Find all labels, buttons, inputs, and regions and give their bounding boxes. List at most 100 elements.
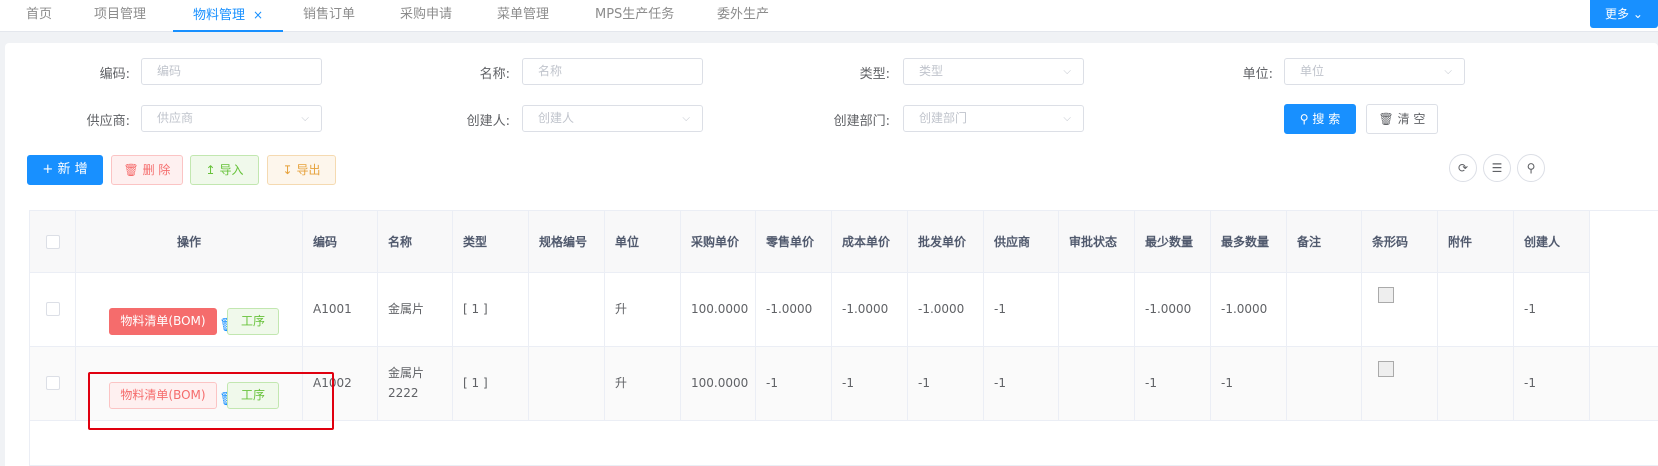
- name-input[interactable]: 名称: [522, 58, 703, 85]
- chevron-down-icon: ⌵: [301, 113, 309, 124]
- search-toggle-icon[interactable]: ⚲: [1517, 154, 1545, 182]
- chevron-down-icon: ⌵: [682, 113, 690, 124]
- refresh-icon[interactable]: ⟳: [1449, 154, 1477, 182]
- column-header: 类型: [453, 211, 529, 273]
- tab-home[interactable]: 首页: [26, 0, 52, 32]
- search-icon: ⚲: [1299, 112, 1309, 126]
- type-select-placeholder: 类型: [919, 64, 944, 78]
- tab-project[interactable]: 项目管理: [94, 0, 146, 32]
- unit-select-placeholder: 单位: [1300, 64, 1325, 78]
- export-button-label: 导出: [296, 163, 321, 177]
- column-header: 单位: [605, 211, 681, 273]
- supplier-select-placeholder: 供应商: [157, 111, 194, 125]
- cell-code: A1001: [303, 273, 378, 346]
- type-select[interactable]: 类型 ⌵: [903, 58, 1084, 85]
- row-checkbox[interactable]: [46, 302, 60, 316]
- search-button[interactable]: ⚲ 搜 索: [1284, 104, 1356, 134]
- column-header: 附件: [1438, 211, 1514, 273]
- cell-unit: 升: [605, 347, 681, 420]
- column-header: 条形码: [1362, 211, 1438, 273]
- add-button[interactable]: + 新 增: [27, 155, 103, 185]
- cell-max-qty: -1: [1211, 347, 1287, 420]
- cell-attachment: [1438, 273, 1514, 346]
- columns-settings-icon[interactable]: ☰: [1483, 154, 1511, 182]
- row-checkbox-cell: [30, 273, 76, 346]
- plus-icon: +: [42, 162, 54, 177]
- cell-name: 金属片: [378, 273, 453, 346]
- creator-select[interactable]: 创建人 ⌵: [522, 105, 703, 132]
- unit-label: 单位:: [1242, 67, 1273, 82]
- cell-wholesale-price: -1.0000: [908, 273, 984, 346]
- barcode-image-icon: [1378, 287, 1394, 303]
- highlight-box: [88, 372, 334, 430]
- cell-creator: -1: [1514, 347, 1590, 420]
- cell-supplier: -1: [984, 347, 1059, 420]
- tab-outsource[interactable]: 委外生产: [717, 0, 769, 32]
- cell-type: [ 1 ]: [453, 273, 529, 346]
- cell-barcode: [1362, 347, 1438, 420]
- row-checkbox-cell: [30, 347, 76, 420]
- tab-mps[interactable]: MPS生产任务: [595, 0, 674, 32]
- import-button-label: 导入: [219, 163, 244, 177]
- close-icon[interactable]: ×: [253, 8, 263, 22]
- cell-purchase-price: 100.0000: [681, 347, 756, 420]
- supplier-label: 供应商:: [86, 114, 130, 129]
- cell-min-qty: -1: [1135, 347, 1211, 420]
- column-header: 编码: [303, 211, 378, 273]
- dept-select[interactable]: 创建部门 ⌵: [903, 105, 1084, 132]
- tab-bar: 首页 项目管理 物料管理 × 销售订单 采购申请 菜单管理 MPS生产任务 委外生…: [0, 0, 1658, 32]
- cell-approval: [1059, 347, 1135, 420]
- tab-menu[interactable]: 菜单管理: [497, 0, 549, 32]
- trash-icon: 🗑: [123, 163, 139, 177]
- column-header: 名称: [378, 211, 453, 273]
- chevron-down-icon: ⌄: [1632, 7, 1643, 21]
- column-header: 供应商: [984, 211, 1059, 273]
- dept-label: 创建部门:: [833, 114, 890, 129]
- cell-cost-price: -1: [832, 347, 908, 420]
- unit-select[interactable]: 单位 ⌵: [1284, 58, 1465, 85]
- more-button[interactable]: 更多 ⌄: [1590, 0, 1658, 28]
- table-row: ◉ 查看 ✎ 编辑 🗑 删除 物料清单(BOM) 工序 A1001 金属片 [ …: [30, 273, 1658, 347]
- more-label: 更多: [1605, 7, 1630, 21]
- cell-retail-price: -1.0000: [756, 273, 832, 346]
- column-header: 创建人: [1514, 211, 1590, 273]
- cell-max-qty: -1.0000: [1211, 273, 1287, 346]
- name-label: 名称:: [479, 67, 510, 82]
- row-checkbox[interactable]: [46, 376, 60, 390]
- creator-label: 创建人:: [466, 114, 510, 129]
- code-label: 编码:: [99, 67, 130, 82]
- export-button[interactable]: ↧ 导出: [267, 155, 336, 185]
- tab-sales-order[interactable]: 销售订单: [303, 0, 355, 32]
- column-header: 审批状态: [1059, 211, 1135, 273]
- import-button[interactable]: ↥ 导入: [190, 155, 259, 185]
- tab-purchase-request[interactable]: 采购申请: [400, 0, 452, 32]
- cell-cost-price: -1.0000: [832, 273, 908, 346]
- creator-select-placeholder: 创建人: [538, 111, 575, 125]
- search-button-label: 搜 索: [1312, 112, 1341, 126]
- column-header: 成本单价: [832, 211, 908, 273]
- clear-button[interactable]: 🗑 清 空: [1366, 104, 1438, 134]
- tab-material[interactable]: 物料管理 ×: [173, 0, 284, 32]
- cell-approval: [1059, 273, 1135, 346]
- chevron-down-icon: ⌵: [1063, 113, 1071, 124]
- cell-spec: [529, 347, 605, 420]
- bom-button[interactable]: 物料清单(BOM): [109, 308, 217, 335]
- trash-icon: 🗑: [1378, 112, 1394, 126]
- select-all-checkbox[interactable]: [46, 235, 60, 249]
- barcode-image-icon: [1378, 361, 1394, 377]
- chevron-down-icon: ⌵: [1063, 66, 1071, 77]
- cell-wholesale-price: -1: [908, 347, 984, 420]
- delete-button[interactable]: 🗑 删 除: [111, 155, 183, 185]
- cell-retail-price: -1: [756, 347, 832, 420]
- column-header: 采购单价: [681, 211, 756, 273]
- code-input[interactable]: 编码: [141, 58, 322, 85]
- cell-spec: [529, 273, 605, 346]
- header-checkbox-cell: [30, 211, 76, 273]
- process-button[interactable]: 工序: [227, 308, 279, 335]
- cell-remark: [1287, 273, 1362, 346]
- clear-button-label: 清 空: [1397, 112, 1426, 126]
- column-header: 零售单价: [756, 211, 832, 273]
- supplier-select[interactable]: 供应商 ⌵: [141, 105, 322, 132]
- cell-remark: [1287, 347, 1362, 420]
- chevron-down-icon: ⌵: [1444, 66, 1452, 77]
